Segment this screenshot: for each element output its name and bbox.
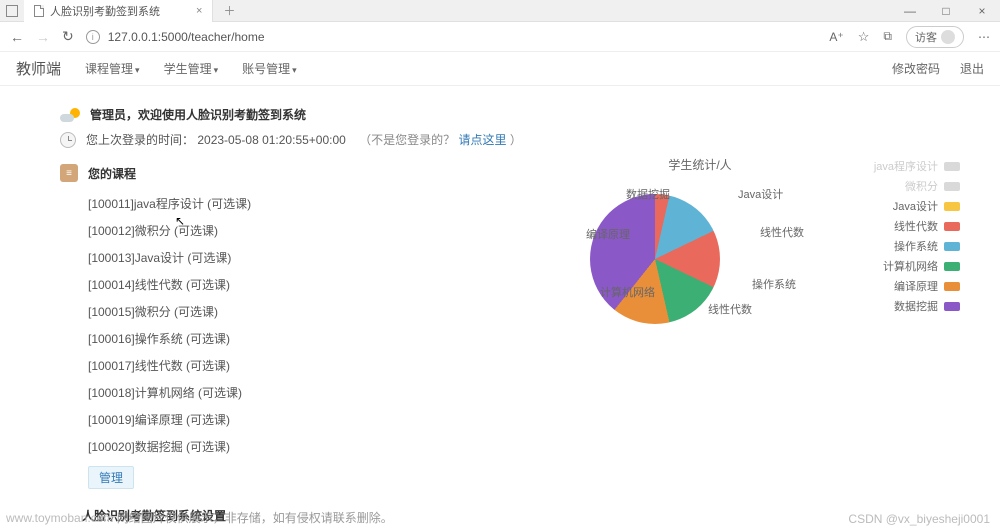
guest-label: 访客 — [915, 29, 937, 45]
url-input[interactable]: i 127.0.0.1:5000/teacher/home — [86, 30, 818, 44]
reload-icon[interactable]: ↻ — [62, 28, 74, 45]
weather-icon — [60, 108, 80, 122]
site-info-icon[interactable]: i — [86, 30, 100, 44]
watermark-left: www.toymoban.com 网络图片仅供展示，非存储，如有侵权请联系删除。 — [6, 509, 393, 526]
legend-item[interactable]: java程序设计 — [874, 156, 960, 176]
legend-item[interactable]: 微积分 — [874, 176, 960, 196]
tab-title: 人脸识别考勤签到系统 — [50, 3, 160, 19]
legend-item[interactable]: 数据挖掘 — [874, 296, 960, 316]
nav-account-mgmt[interactable]: 账号管理▾ — [242, 60, 297, 77]
maximize-icon[interactable]: □ — [928, 4, 964, 18]
extensions-icon[interactable]: ⧉ — [883, 29, 892, 44]
pie-label: 操作系统 — [752, 276, 796, 292]
legend-item[interactable]: 线性代数 — [874, 216, 960, 236]
course-item[interactable]: [100019]编译原理 (可选课) — [88, 406, 420, 433]
favorite-icon[interactable]: ☆ — [858, 29, 870, 45]
not-you-link[interactable]: 请点这里 — [459, 133, 507, 147]
clock-icon — [60, 132, 76, 148]
course-item[interactable]: [100014]线性代数 (可选课) — [88, 271, 420, 298]
read-aloud-icon[interactable]: A⁺ — [829, 30, 843, 44]
pie-label: 线性代数 — [708, 301, 752, 317]
student-stats-chart: 学生统计/人 Java设计线性代数操作系统线性代数计算机网络编译原理数据挖掘 j… — [470, 156, 930, 386]
legend-item[interactable]: 计算机网络 — [874, 256, 960, 276]
pie-label: 数据挖掘 — [626, 186, 670, 202]
course-item[interactable]: [100018]计算机网络 (可选课) — [88, 379, 420, 406]
course-item[interactable]: [100015]微积分 (可选课) — [88, 298, 420, 325]
courses-header: 您的课程 — [88, 165, 136, 182]
nav-student-mgmt[interactable]: 学生管理▾ — [164, 60, 219, 77]
address-bar: ← → ↻ i 127.0.0.1:5000/teacher/home A⁺ ☆… — [0, 22, 1000, 52]
nav-logout[interactable]: 退出 — [960, 60, 984, 77]
course-list: [100011]java程序设计 (可选课) [100012]微积分 (可选课)… — [60, 190, 420, 460]
watermark-right: CSDN @vx_biyesheji0001 — [848, 512, 990, 526]
courses-icon: ≡ — [60, 164, 78, 182]
new-tab-icon[interactable]: ＋ — [213, 2, 245, 19]
browser-titlebar: 人脸识别考勤签到系统 × ＋ — □ × — [0, 0, 1000, 22]
legend-item[interactable]: 操作系统 — [874, 236, 960, 256]
pie-label: 编译原理 — [586, 226, 630, 242]
nav-change-password[interactable]: 修改密码 — [892, 60, 940, 77]
course-item[interactable]: [100012]微积分 (可选课) — [88, 217, 420, 244]
chart-legend: java程序设计微积分Java设计线性代数操作系统计算机网络编译原理数据挖掘 — [874, 156, 960, 316]
url-text: 127.0.0.1:5000/teacher/home — [108, 30, 265, 44]
forward-icon[interactable]: → — [36, 29, 50, 45]
course-item[interactable]: [100013]Java设计 (可选课) — [88, 244, 420, 271]
pie-label: Java设计 — [738, 186, 783, 202]
panel-icon[interactable] — [6, 5, 18, 17]
back-icon[interactable]: ← — [10, 29, 24, 45]
brand-title: 教师端 — [16, 58, 61, 79]
pie-label: 线性代数 — [760, 224, 804, 240]
more-icon[interactable]: ⋯ — [978, 30, 990, 44]
course-item[interactable]: [100016]操作系统 (可选课) — [88, 325, 420, 352]
course-item[interactable]: [100017]线性代数 (可选课) — [88, 352, 420, 379]
pie-chart — [590, 194, 720, 324]
document-icon — [34, 5, 44, 17]
main-content: 管理员，欢迎使用人脸识别考勤签到系统 ↖ 您上次登录的时间： 2023-05-0… — [0, 86, 1000, 530]
course-item[interactable]: [100020]数据挖掘 (可选课) — [88, 433, 420, 460]
last-login-text: 您上次登录的时间： 2023-05-08 01:20:55+00:00 （不是您… — [86, 131, 522, 148]
chart-title: 学生统计/人 — [668, 156, 731, 173]
nav-course-mgmt[interactable]: 课程管理▾ — [85, 60, 140, 77]
pie-label: 计算机网络 — [600, 284, 655, 300]
close-window-icon[interactable]: × — [964, 4, 1000, 18]
avatar-icon — [941, 30, 955, 44]
legend-item[interactable]: Java设计 — [874, 196, 960, 216]
guest-profile-button[interactable]: 访客 — [906, 26, 964, 48]
manage-courses-button[interactable]: 管理 — [88, 466, 134, 489]
course-item[interactable]: [100011]java程序设计 (可选课) — [88, 190, 420, 217]
app-nav: 教师端 课程管理▾ 学生管理▾ 账号管理▾ 修改密码 退出 — [0, 52, 1000, 86]
browser-tab[interactable]: 人脸识别考勤签到系统 × — [24, 0, 213, 22]
minimize-icon[interactable]: — — [892, 4, 928, 18]
close-tab-icon[interactable]: × — [196, 5, 202, 17]
welcome-title: 管理员，欢迎使用人脸识别考勤签到系统 — [90, 106, 306, 123]
legend-item[interactable]: 编译原理 — [874, 276, 960, 296]
